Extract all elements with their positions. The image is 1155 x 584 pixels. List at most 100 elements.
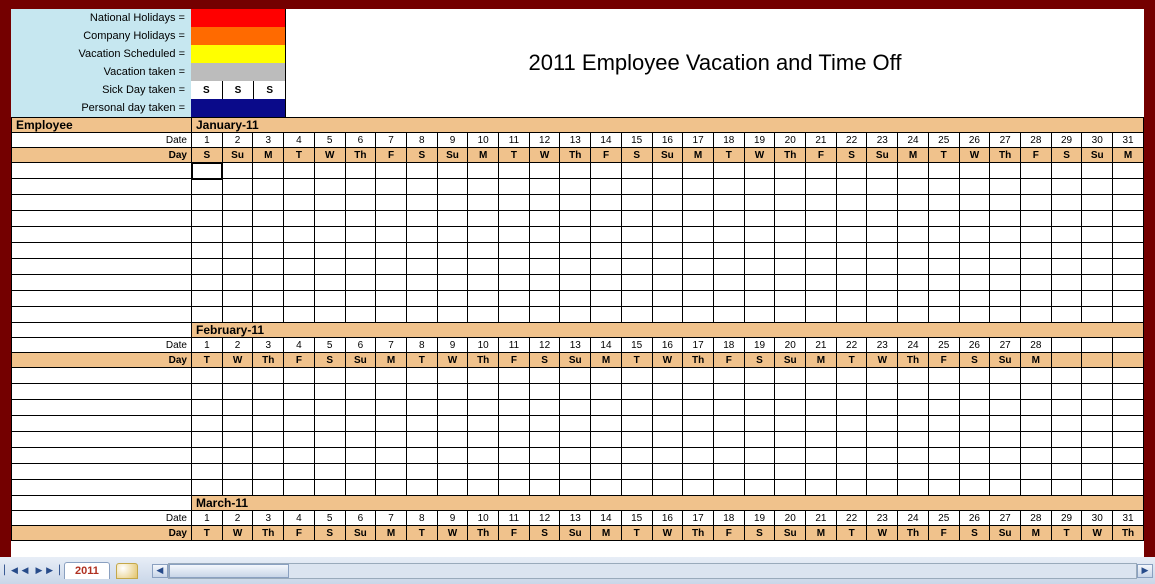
- data-cell[interactable]: [499, 448, 530, 464]
- data-cell[interactable]: [775, 227, 806, 243]
- day-cell[interactable]: F: [284, 526, 315, 541]
- data-cell[interactable]: [744, 259, 775, 275]
- data-cell[interactable]: [621, 259, 652, 275]
- data-cell[interactable]: [468, 291, 499, 307]
- date-cell[interactable]: 1: [192, 133, 223, 148]
- data-cell[interactable]: [775, 464, 806, 480]
- data-cell[interactable]: [775, 179, 806, 195]
- data-cell[interactable]: [836, 480, 867, 496]
- date-cell[interactable]: 25: [928, 338, 959, 353]
- data-cell[interactable]: [529, 291, 560, 307]
- data-cell[interactable]: [775, 275, 806, 291]
- data-cell[interactable]: [560, 243, 591, 259]
- data-cell[interactable]: [406, 368, 437, 384]
- day-cell[interactable]: F: [499, 353, 530, 368]
- data-cell[interactable]: [529, 227, 560, 243]
- date-cell[interactable]: 17: [683, 338, 714, 353]
- date-cell[interactable]: 24: [898, 511, 929, 526]
- day-cell[interactable]: S: [959, 353, 990, 368]
- data-cell[interactable]: [806, 211, 837, 227]
- day-cell[interactable]: Th: [683, 526, 714, 541]
- data-cell[interactable]: [437, 400, 468, 416]
- data-cell[interactable]: [192, 227, 223, 243]
- date-cell[interactable]: 19: [744, 133, 775, 148]
- data-cell[interactable]: [867, 384, 898, 400]
- data-cell[interactable]: [499, 464, 530, 480]
- data-cell[interactable]: [591, 243, 622, 259]
- data-cell[interactable]: [959, 227, 990, 243]
- data-cell[interactable]: [560, 400, 591, 416]
- date-cell[interactable]: 7: [376, 511, 407, 526]
- data-cell[interactable]: [192, 384, 223, 400]
- data-cell[interactable]: [1051, 416, 1082, 432]
- data-cell[interactable]: [345, 368, 376, 384]
- data-cell[interactable]: [314, 259, 345, 275]
- day-cell[interactable]: Th: [345, 148, 376, 163]
- data-cell[interactable]: [1082, 368, 1113, 384]
- date-cell[interactable]: 4: [284, 133, 315, 148]
- data-cell[interactable]: [591, 275, 622, 291]
- data-cell[interactable]: [376, 307, 407, 323]
- day-cell[interactable]: T: [192, 526, 223, 541]
- data-cell[interactable]: [468, 384, 499, 400]
- scroll-left-icon[interactable]: ◀: [152, 564, 168, 578]
- day-cell[interactable]: M: [898, 148, 929, 163]
- data-cell[interactable]: [591, 291, 622, 307]
- data-cell[interactable]: [621, 179, 652, 195]
- data-cell[interactable]: [990, 195, 1021, 211]
- data-cell[interactable]: [928, 163, 959, 179]
- data-cell[interactable]: [406, 480, 437, 496]
- data-cell[interactable]: [468, 416, 499, 432]
- data-cell[interactable]: [222, 179, 253, 195]
- date-cell[interactable]: 16: [652, 338, 683, 353]
- day-cell[interactable]: Su: [560, 353, 591, 368]
- data-cell[interactable]: [806, 227, 837, 243]
- data-cell[interactable]: [314, 163, 345, 179]
- data-cell[interactable]: [652, 307, 683, 323]
- date-cell[interactable]: 9: [437, 133, 468, 148]
- date-cell[interactable]: 21: [806, 133, 837, 148]
- data-cell[interactable]: [1082, 480, 1113, 496]
- data-cell[interactable]: [867, 195, 898, 211]
- date-cell[interactable]: 12: [529, 338, 560, 353]
- day-cell[interactable]: T: [406, 526, 437, 541]
- data-cell[interactable]: [1020, 211, 1051, 227]
- data-cell[interactable]: [683, 275, 714, 291]
- day-cell[interactable]: Su: [652, 148, 683, 163]
- data-cell[interactable]: [683, 163, 714, 179]
- data-cell[interactable]: [468, 163, 499, 179]
- data-cell[interactable]: [222, 416, 253, 432]
- data-cell[interactable]: [1113, 243, 1144, 259]
- data-cell[interactable]: [345, 400, 376, 416]
- date-cell[interactable]: 13: [560, 133, 591, 148]
- day-cell[interactable]: S: [192, 148, 223, 163]
- employee-cell[interactable]: [12, 179, 192, 195]
- data-cell[interactable]: [437, 368, 468, 384]
- data-cell[interactable]: [529, 400, 560, 416]
- day-cell[interactable]: S: [314, 526, 345, 541]
- data-cell[interactable]: [345, 195, 376, 211]
- data-cell[interactable]: [898, 432, 929, 448]
- day-cell[interactable]: W: [437, 526, 468, 541]
- month-header[interactable]: February-11: [192, 323, 1144, 338]
- data-cell[interactable]: [192, 464, 223, 480]
- data-cell[interactable]: [775, 416, 806, 432]
- data-cell[interactable]: [314, 384, 345, 400]
- data-cell[interactable]: [713, 464, 744, 480]
- data-cell[interactable]: [192, 163, 223, 179]
- data-cell[interactable]: [406, 448, 437, 464]
- data-cell[interactable]: [437, 179, 468, 195]
- data-cell[interactable]: [959, 275, 990, 291]
- data-cell[interactable]: [1051, 291, 1082, 307]
- data-cell[interactable]: [314, 227, 345, 243]
- data-cell[interactable]: [591, 195, 622, 211]
- day-cell[interactable]: Su: [222, 148, 253, 163]
- data-cell[interactable]: [1051, 480, 1082, 496]
- data-cell[interactable]: [652, 227, 683, 243]
- data-cell[interactable]: [806, 368, 837, 384]
- data-cell[interactable]: [222, 227, 253, 243]
- data-cell[interactable]: [468, 432, 499, 448]
- data-cell[interactable]: [1020, 243, 1051, 259]
- data-cell[interactable]: [683, 259, 714, 275]
- data-cell[interactable]: [652, 448, 683, 464]
